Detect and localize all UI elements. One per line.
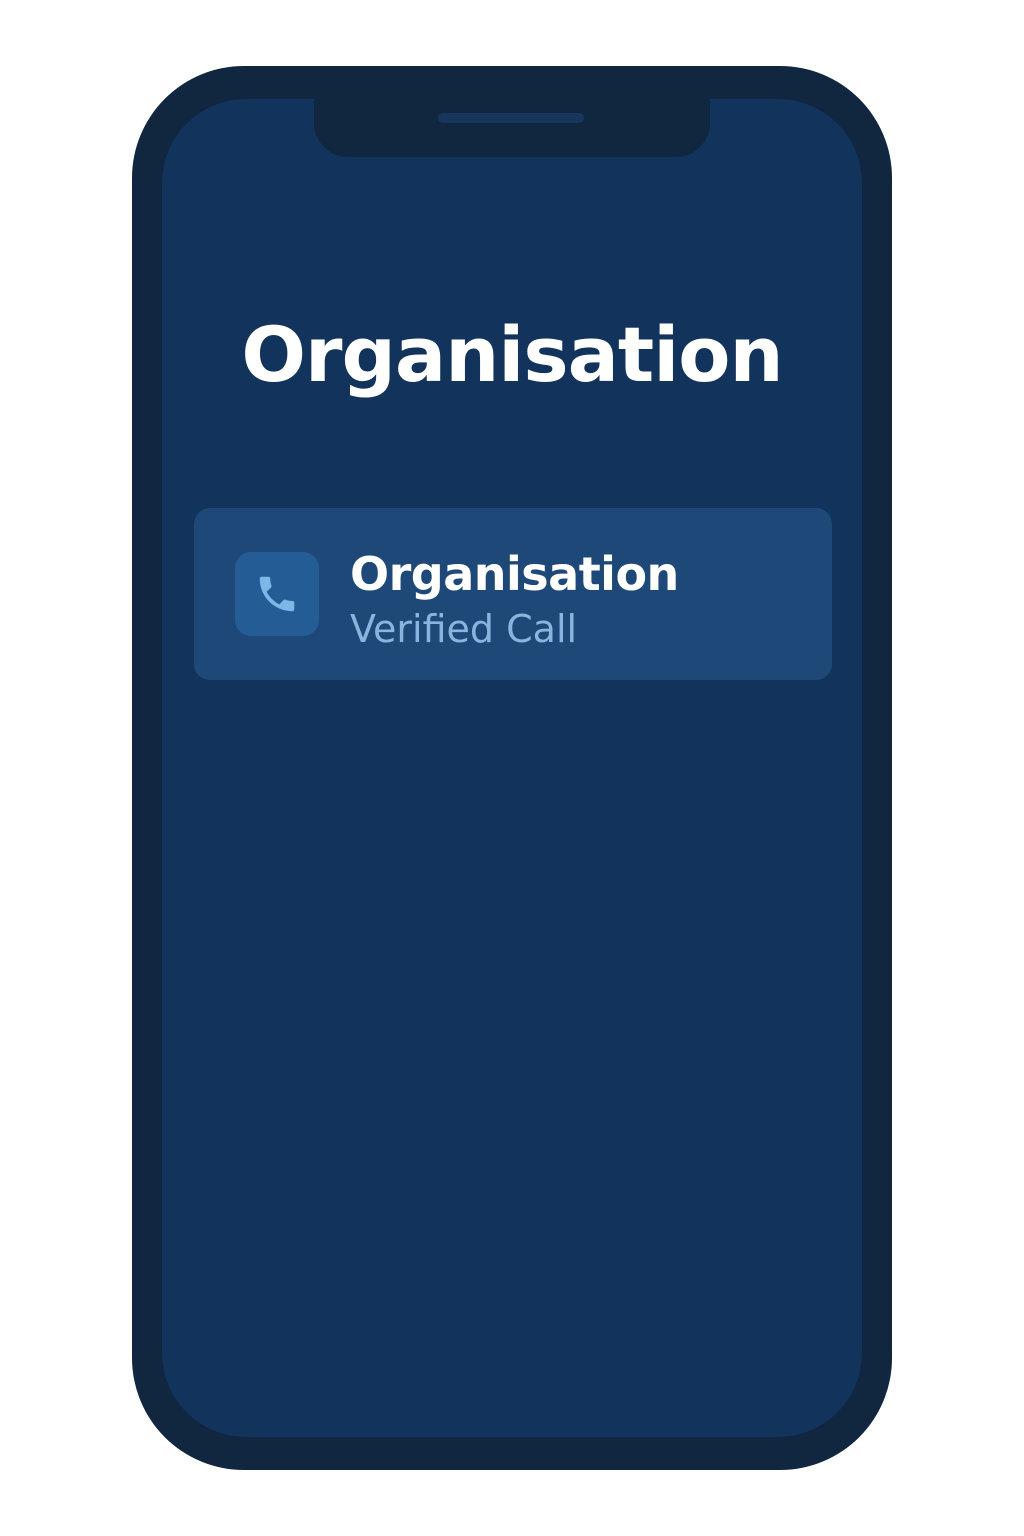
incoming-call-notification[interactable]: Organisation Verified Call <box>194 508 832 680</box>
phone-frame: Organisation Organisation Verified Call <box>132 66 892 1470</box>
phone-icon <box>259 576 295 612</box>
call-icon-tile <box>235 552 319 636</box>
caller-name: Organisation <box>350 547 679 601</box>
notch <box>314 99 710 157</box>
page-title: Organisation <box>241 310 783 399</box>
call-text: Organisation Verified Call <box>350 548 679 652</box>
phone-screen: Organisation Organisation Verified Call <box>162 99 862 1437</box>
call-status: Verified Call <box>350 607 578 651</box>
speaker-grille <box>438 113 584 123</box>
